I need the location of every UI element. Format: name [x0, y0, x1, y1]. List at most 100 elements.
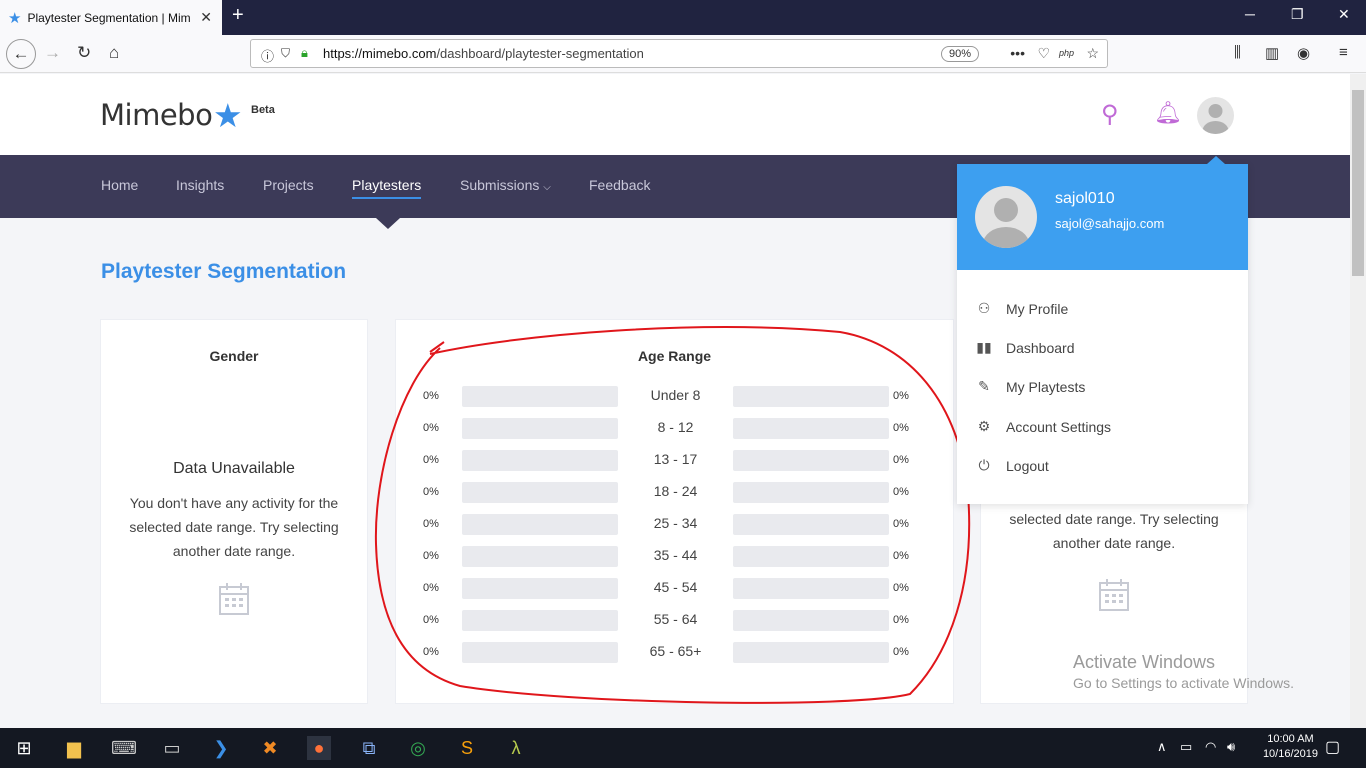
pocket-icon[interactable]: ♡	[1037, 45, 1050, 62]
control-panel-icon[interactable]: ⌨	[111, 736, 137, 760]
gender-card: Gender Data Unavailable You don't have a…	[100, 319, 368, 704]
menu-item-label: Account Settings	[1006, 418, 1112, 435]
menu-feedback[interactable]: Feedback	[589, 177, 650, 193]
profile-dropdown: sajol010 sajol@sahajjo.com ⚇ My Profile ▮…	[957, 156, 1248, 504]
info-icon[interactable]: ⓘ	[261, 46, 274, 65]
chevron-down-icon: ⌵	[543, 182, 551, 193]
data-unavailable-message: You don't have any activity for the sele…	[129, 495, 339, 559]
search-icon[interactable]: ⚲	[1101, 100, 1119, 129]
data-unavailable-heading: Data Unavailable	[173, 460, 295, 477]
avatar	[975, 186, 1037, 248]
taskbar-clock[interactable]: 10:00 AM 10/16/2019	[1263, 732, 1318, 762]
windows-activation-watermark: Activate Windows Go to Settings to activ…	[1073, 652, 1294, 691]
avatar-silhouette-icon	[983, 198, 1029, 248]
watermark-line1: Activate Windows	[1073, 652, 1216, 672]
menu-item-logout[interactable]: ⏻ Logout	[975, 457, 1049, 474]
calendar-svg	[219, 583, 249, 615]
account-icon[interactable]: ◉	[1297, 44, 1310, 62]
window-close-icon[interactable]: ✕	[1338, 6, 1350, 23]
profile-email: sajol@sahajjo.com	[1055, 216, 1165, 231]
page-title: Playtester Segmentation	[101, 260, 347, 283]
red-annotation-circle	[374, 326, 971, 704]
volume-icon[interactable]: 🔊︎	[1227, 739, 1235, 755]
command-prompt-icon[interactable]: ▭	[160, 736, 184, 760]
reload-icon[interactable]: ↻	[77, 43, 91, 63]
menu-projects[interactable]: Projects	[263, 177, 314, 193]
menu-item-label: Dashboard	[1006, 339, 1075, 356]
calendar-icon	[101, 582, 367, 625]
mimebo-favicon-icon: ★	[8, 9, 22, 27]
site-header: Mimebo ★ Beta ⚲ 🔔︎	[0, 74, 1350, 155]
lock-icon: 🔒︎	[301, 45, 308, 60]
user-icon: ⚇	[977, 300, 991, 316]
back-icon[interactable]: ←	[6, 39, 36, 69]
page-actions-icon[interactable]: •••	[1010, 45, 1025, 61]
library-icon[interactable]: ⫼	[1234, 44, 1241, 61]
logo-text[interactable]: Mimebo	[100, 98, 213, 132]
dropdown-pointer	[1207, 156, 1225, 164]
notifications-icon[interactable]: ▢	[1325, 737, 1340, 757]
forward-icon[interactable]: →	[44, 43, 61, 63]
menu-icon[interactable]: ≡	[1339, 44, 1348, 61]
xampp-icon[interactable]: ✖	[258, 736, 282, 760]
menu-item-my-profile[interactable]: ⚇ My Profile	[975, 300, 1069, 317]
calendar-icon	[981, 578, 1247, 621]
terminal-app-icon[interactable]: λ	[504, 736, 528, 760]
bookmark-star-icon[interactable]: ☆	[1086, 45, 1099, 62]
logo-meeple-icon: ★	[213, 97, 243, 134]
page-viewport: Mimebo ★ Beta ⚲ 🔔︎ Home Insights Project…	[0, 74, 1350, 728]
clock-time: 10:00 AM	[1267, 733, 1314, 745]
shield-icon[interactable]: ⛉	[281, 46, 290, 61]
home-icon[interactable]: ⌂	[109, 43, 119, 63]
menu-submissions[interactable]: Submissions ⌵	[460, 177, 551, 193]
beta-badge: Beta	[251, 104, 275, 116]
network-app-icon[interactable]: ⧉	[357, 736, 381, 760]
address-bar[interactable]: ⓘ ⛉ 🔒︎ https://mimebo.com/dashboard/play…	[250, 39, 1108, 68]
avatar-silhouette-icon	[1202, 104, 1229, 134]
file-explorer-icon[interactable]: ▆	[62, 736, 86, 760]
menu-item-label: My Playtests	[1006, 378, 1086, 395]
powershell-icon[interactable]: ❯	[209, 736, 233, 760]
new-tab-icon[interactable]: +	[232, 4, 244, 27]
gender-card-title: Gender	[209, 348, 259, 364]
menu-item-account-settings[interactable]: ⚙ Account Settings	[975, 418, 1111, 435]
menu-item-my-playtests[interactable]: ✎ My Playtests	[975, 378, 1085, 395]
avatar[interactable]	[1197, 97, 1234, 134]
calendar-svg	[1099, 579, 1129, 611]
restore-icon[interactable]: ❐	[1291, 6, 1304, 23]
active-menu-indicator	[376, 218, 400, 229]
power-icon: ⏻	[978, 457, 990, 473]
windows-start-icon[interactable]: ⊞	[12, 736, 36, 760]
pencil-icon: ✎	[978, 378, 990, 394]
menu-playtesters[interactable]: Playtesters	[352, 177, 422, 199]
profile-dropdown-header: sajol010 sajol@sahajjo.com	[957, 164, 1248, 270]
menu-item-label: Logout	[1006, 457, 1049, 474]
browser-nav-bar: ← → ↻ ⌂ ⓘ ⛉ 🔒︎ https://mimebo.com/dashbo…	[0, 35, 1366, 73]
zoom-level[interactable]: 90%	[940, 46, 979, 62]
menu-insights[interactable]: Insights	[176, 177, 224, 193]
scrollbar-thumb[interactable]	[1352, 90, 1364, 276]
tab-close-icon[interactable]: ✕	[200, 9, 212, 26]
menu-home[interactable]: Home	[101, 177, 138, 193]
url-text[interactable]: https://mimebo.com/dashboard/playtester-…	[323, 46, 644, 61]
minimize-icon[interactable]: ─	[1245, 6, 1255, 22]
battery-icon[interactable]: ▭	[1180, 739, 1192, 755]
watermark-line2: Go to Settings to activate Windows.	[1073, 675, 1294, 691]
clock-date: 10/16/2019	[1262, 748, 1318, 760]
php-icon[interactable]: php	[1059, 48, 1074, 58]
tray-chevron-up-icon[interactable]: ∧	[1157, 739, 1167, 755]
browser-tab[interactable]: ★ Playtester Segmentation | Mim ✕	[0, 0, 222, 35]
bell-icon[interactable]: 🔔︎	[1154, 100, 1182, 126]
menu-submissions-label: Submissions	[460, 177, 540, 193]
chrome-icon[interactable]: ◎	[406, 736, 430, 760]
page-scrollbar[interactable]	[1350, 74, 1366, 728]
sublime-text-icon[interactable]: S	[455, 736, 479, 760]
sidebar-icon[interactable]: ▥	[1265, 44, 1279, 62]
windows-taskbar: ⊞ ▆ ⌨ ▭ ❯ ✖ ● ⧉ ◎ S λ ∧ ▭ ◠ 🔊︎ 10:00 AM …	[0, 728, 1366, 768]
gear-icon: ⚙	[977, 418, 991, 434]
profile-username: sajol010	[1055, 190, 1115, 207]
firefox-icon[interactable]: ●	[307, 736, 331, 760]
menu-item-label: My Profile	[1006, 300, 1069, 317]
menu-item-dashboard[interactable]: ▮▮ Dashboard	[975, 339, 1075, 356]
wifi-icon[interactable]: ◠	[1205, 739, 1216, 755]
